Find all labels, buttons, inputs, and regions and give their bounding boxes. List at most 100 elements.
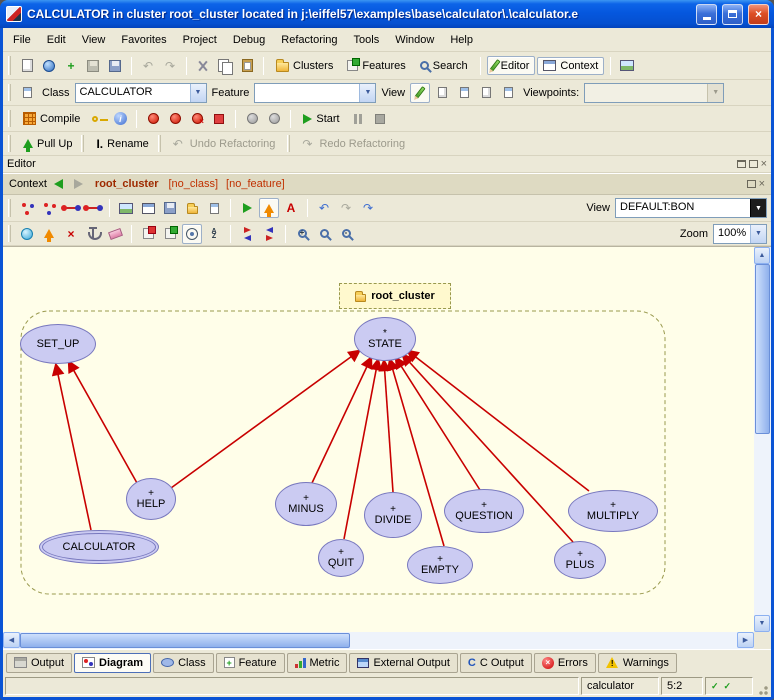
go-to-target-icon[interactable] (237, 198, 257, 218)
title-bar[interactable]: CALCULATOR in cluster root_cluster locat… (0, 0, 774, 28)
new-view-icon[interactable] (204, 198, 224, 218)
menu-window[interactable]: Window (387, 30, 442, 50)
zoom-in-icon[interactable]: + (292, 224, 312, 244)
context-cluster[interactable]: root_cluster (91, 178, 163, 190)
class-node-MULTIPLY[interactable]: +MULTIPLY (568, 490, 658, 532)
class-node-EMPTY[interactable]: +EMPTY (407, 546, 473, 584)
compile-button[interactable]: Compile (17, 109, 86, 128)
scroll-right-icon[interactable]: ▶ (737, 632, 754, 648)
context-toggle-button[interactable]: Context (537, 57, 604, 75)
diagram-view-combobox[interactable]: DEFAULT:BON ▼ (615, 198, 767, 218)
copy-icon[interactable] (215, 56, 235, 76)
scroll-left-icon[interactable]: ◀ (3, 632, 20, 648)
class-node-DIVIDE[interactable]: +DIVIDE (364, 492, 422, 538)
tab-metric[interactable]: Metric (287, 653, 348, 673)
open-diagram-icon[interactable] (182, 198, 202, 218)
class-node-QUIT[interactable]: +QUIT (318, 539, 364, 577)
run-with-breakpoints-icon[interactable] (165, 109, 185, 129)
freeze-key-icon[interactable] (88, 109, 108, 129)
tab-external-output[interactable]: External Output (349, 653, 457, 673)
class-node-QUESTION[interactable]: +QUESTION (444, 489, 524, 533)
project-info-icon[interactable]: i (110, 109, 130, 129)
paste-icon[interactable] (237, 56, 257, 76)
tab-class[interactable]: Class (153, 653, 214, 673)
toolbar-grip[interactable] (287, 135, 290, 151)
clickable-view-icon[interactable] (454, 83, 474, 103)
redo-refactoring-button[interactable]: ↷Redo Refactoring (296, 135, 414, 153)
delete-icon[interactable]: × (61, 224, 81, 244)
chevron-down-icon[interactable]: ▼ (750, 199, 766, 217)
snapshot-icon[interactable] (116, 198, 136, 218)
depth-icon[interactable] (39, 224, 59, 244)
pause-icon[interactable] (348, 109, 368, 129)
cluster-label[interactable]: root_cluster (339, 283, 451, 309)
minimize-button[interactable] (696, 4, 717, 25)
toolbar-grip[interactable] (8, 225, 11, 241)
tab-output[interactable]: Output (6, 653, 72, 673)
diagram-undo-icon[interactable]: ↶ (314, 198, 334, 218)
toolbar-grip[interactable] (8, 110, 11, 128)
print-diagram-icon[interactable] (138, 198, 158, 218)
open-project-icon[interactable] (39, 56, 59, 76)
stop-icon[interactable] (370, 109, 390, 129)
class-node-STATE[interactable]: *STATE (354, 317, 416, 361)
menu-edit[interactable]: Edit (39, 30, 74, 50)
crop-depth-icon[interactable] (259, 198, 279, 218)
menu-project[interactable]: Project (175, 30, 225, 50)
edit-view-icon[interactable] (410, 83, 430, 103)
new-document-icon[interactable] (17, 56, 37, 76)
redo-icon[interactable]: ↷ (160, 56, 180, 76)
toolbar-grip[interactable] (8, 199, 11, 217)
development-window-icon[interactable] (617, 56, 637, 76)
maximize-button[interactable] (722, 4, 743, 25)
close-panel-icon[interactable]: × (759, 178, 765, 190)
class-node-SET_UP[interactable]: SET_UP (20, 324, 96, 364)
history-back-icon[interactable] (51, 176, 67, 192)
rename-button[interactable]: I.Rename (90, 135, 154, 153)
save-icon[interactable] (83, 56, 103, 76)
vertical-scroll-track[interactable] (754, 264, 771, 615)
flat-view-icon[interactable] (432, 83, 452, 103)
horizontal-scroll-track[interactable] (20, 632, 737, 649)
class-node-CALCULATOR[interactable]: CALCULATOR (39, 530, 159, 564)
tab-feature[interactable]: +Feature (216, 653, 285, 673)
inheritance-tool-icon[interactable] (17, 198, 37, 218)
ignore-breakpoints-icon[interactable]: × (187, 109, 207, 129)
maximize-panel-icon[interactable] (749, 160, 758, 168)
start-button[interactable]: Start (297, 110, 345, 128)
menu-tools[interactable]: Tools (346, 30, 388, 50)
toolbar-grip[interactable] (8, 135, 11, 151)
exclude-classes-icon[interactable] (160, 224, 180, 244)
menu-favorites[interactable]: Favorites (113, 30, 174, 50)
eraser-icon[interactable] (105, 224, 125, 244)
class-node-HELP[interactable]: +HELP (126, 478, 176, 520)
toolbar-grip[interactable] (8, 84, 11, 102)
tab-warnings[interactable]: !Warnings (598, 653, 677, 673)
refresh-diagram-icon[interactable]: ↷ (358, 198, 378, 218)
diagram-redo-icon[interactable]: ↷ (336, 198, 356, 218)
vertical-scrollbar[interactable]: ▲ ▼ (754, 246, 771, 632)
aggregate-link-icon[interactable] (61, 198, 81, 218)
feature-combobox[interactable]: ▼ (254, 83, 376, 103)
toolbar-grip[interactable] (158, 135, 161, 151)
undo-icon[interactable]: ↶ (138, 56, 158, 76)
close-button[interactable]: × (748, 4, 769, 25)
bidirectional-link-icon[interactable] (83, 198, 103, 218)
class-combobox[interactable]: CALCULATOR ▼ (75, 83, 207, 103)
anchor-icon[interactable] (83, 224, 103, 244)
window-list-icon[interactable] (17, 83, 37, 103)
pull-up-button[interactable]: Pull Up (17, 135, 78, 153)
include-classes-icon[interactable] (138, 224, 158, 244)
features-button[interactable]: Features (341, 57, 411, 75)
editor-toggle-button[interactable]: Editor (487, 56, 536, 75)
class-node-PLUS[interactable]: +PLUS (554, 541, 606, 579)
menu-help[interactable]: Help (442, 30, 481, 50)
close-panel-icon[interactable]: × (761, 158, 767, 170)
zoom-fit-icon[interactable] (314, 224, 334, 244)
text-tool-icon[interactable]: A (281, 198, 301, 218)
float-panel-icon[interactable] (737, 160, 746, 168)
save-all-icon[interactable] (105, 56, 125, 76)
undo-refactoring-button[interactable]: ↶Undo Refactoring (167, 135, 285, 153)
contract-view-icon[interactable] (476, 83, 496, 103)
menu-refactoring[interactable]: Refactoring (273, 30, 345, 50)
